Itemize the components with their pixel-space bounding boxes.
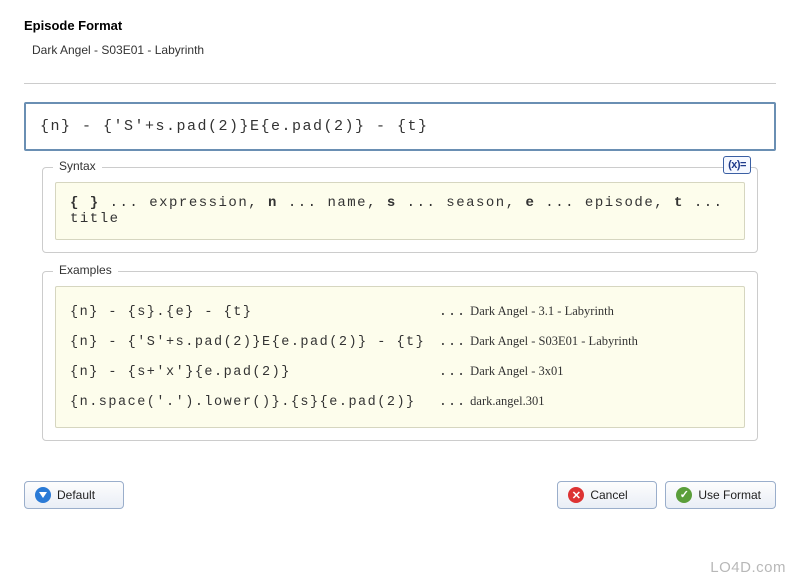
syntax-help-text: { } ... expression, n ... name, s ... se… [55,182,745,240]
example-format: {n} - {s+'x'}{e.pad(2)} [70,365,435,380]
example-dots: ... [439,335,466,350]
example-format: {n.space('.').lower()}.{s}{e.pad(2)} [70,395,435,410]
example-row: {n.space('.').lower()}.{s}{e.pad(2)} ...… [70,387,730,417]
example-dots: ... [439,305,466,320]
check-icon [676,487,692,503]
default-icon [35,487,51,503]
example-dots: ... [439,395,466,410]
default-button[interactable]: Default [24,481,124,509]
examples-legend: Examples [53,263,118,277]
cancel-button-label: Cancel [590,488,627,502]
use-format-button-label: Use Format [698,488,761,502]
syntax-legend: Syntax [53,159,102,173]
use-format-button[interactable]: Use Format [665,481,776,509]
example-output: Dark Angel - S03E01 - Labyrinth [470,334,638,349]
watermark: LO4D.com [710,559,786,576]
syntax-fieldset: Syntax (x)= { } ... expression, n ... na… [42,167,758,253]
example-output: dark.angel.301 [470,394,544,409]
divider [24,83,776,84]
example-output: Dark Angel - 3x01 [470,364,563,379]
default-button-label: Default [57,488,95,502]
example-dots: ... [439,365,466,380]
example-row: {n} - {s}.{e} - {t} ... Dark Angel - 3.1… [70,297,730,327]
example-output: Dark Angel - 3.1 - Labyrinth [470,304,614,319]
example-format: {n} - {s}.{e} - {t} [70,305,435,320]
format-preview: Dark Angel - S03E01 - Labyrinth [32,43,776,57]
examples-fieldset: Examples {n} - {s}.{e} - {t} ... Dark An… [42,271,758,441]
cancel-button[interactable]: ✕ Cancel [557,481,657,509]
format-input[interactable] [24,102,776,151]
cancel-icon: ✕ [568,487,584,503]
dialog-title: Episode Format [24,18,776,33]
example-format: {n} - {'S'+s.pad(2)}E{e.pad(2)} - {t} [70,335,435,350]
expression-badge-text: (x)= [728,159,746,171]
examples-list: {n} - {s}.{e} - {t} ... Dark Angel - 3.1… [55,286,745,428]
example-row: {n} - {s+'x'}{e.pad(2)} ... Dark Angel -… [70,357,730,387]
example-row: {n} - {'S'+s.pad(2)}E{e.pad(2)} - {t} ..… [70,327,730,357]
expression-badge-icon[interactable]: (x)= [723,156,751,174]
